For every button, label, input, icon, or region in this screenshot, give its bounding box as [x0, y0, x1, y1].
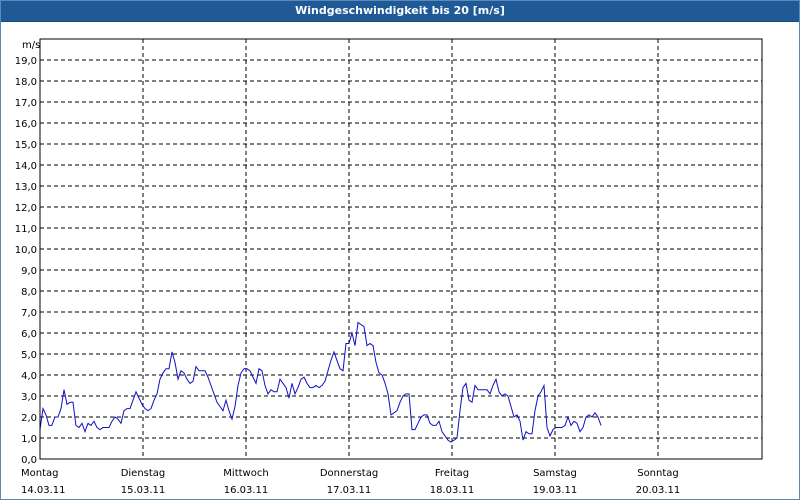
y-axis-label: m/s: [22, 40, 40, 51]
y-tick-label: 6,0: [21, 329, 37, 340]
y-tick-label: 1,0: [21, 434, 37, 445]
y-tick-label: 0,0: [21, 455, 37, 466]
y-tick-label: 3,0: [21, 392, 37, 403]
wind-speed-line: [39, 321, 602, 443]
y-tick-labels: 0,0 1,0 2,0 3,0 4,0 5,0 6,0 7,0 8,0 9,0 10,0 11,0 12…: [15, 56, 37, 466]
x-tick-date-label: 14.03.11: [21, 485, 66, 496]
wind-speed-chart: 0,0 1,0 2,0 3,0 4,0 5,0 6,0 7,0 8,0 9,0 10,0 11,0 12…: [15, 38, 763, 496]
y-tick-label: 17,0: [15, 98, 37, 109]
x-tick-date-label: 19.03.11: [533, 485, 578, 496]
y-tick-label: 5,0: [21, 350, 37, 361]
y-tick-label: 11,0: [15, 224, 37, 235]
y-tick-label: 4,0: [21, 371, 37, 382]
y-tick-label: 9,0: [21, 266, 37, 277]
x-tick-date-label: 18.03.11: [430, 485, 475, 496]
x-tick-labels: Montag 14.03.11 Dienstag 15.03.11 Mittwoch 16…: [21, 468, 680, 496]
x-tick-day-label: Freitag: [435, 468, 469, 479]
y-tick-label: 13,0: [15, 182, 37, 193]
y-tick-label: 12,0: [15, 203, 37, 214]
y-tick-label: 10,0: [15, 245, 37, 256]
grid-lines: [40, 39, 762, 459]
x-tick-day-label: Sonntag: [637, 468, 679, 479]
x-tick-date-label: 15.03.11: [121, 485, 166, 496]
y-tick-label: 16,0: [15, 119, 37, 130]
x-tick-day-label: Montag: [21, 468, 58, 479]
x-tick-date-label: 16.03.11: [224, 485, 269, 496]
x-tick-day-label: Samstag: [533, 468, 577, 479]
y-tick-label: 7,0: [21, 308, 37, 319]
x-tick-day-label: Donnerstag: [320, 468, 378, 479]
x-tick-day-label: Dienstag: [121, 468, 166, 479]
y-tick-label: 8,0: [21, 287, 37, 298]
x-tick-date-label: 17.03.11: [327, 485, 372, 496]
x-tick-day-label: Mittwoch: [223, 468, 268, 479]
y-tick-label: 18,0: [15, 77, 37, 88]
x-tick-date-label: 20.03.11: [636, 485, 681, 496]
y-tick-label: 19,0: [15, 56, 37, 67]
y-tick-label: 2,0: [21, 413, 37, 424]
y-tick-label: 15,0: [15, 140, 37, 151]
y-tick-label: 14,0: [15, 161, 37, 172]
